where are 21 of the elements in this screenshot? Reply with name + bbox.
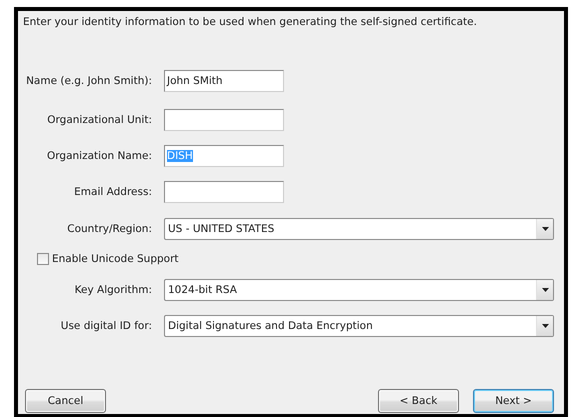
field-label: Use digital ID for:: [60, 320, 153, 332]
cancel-button[interactable]: Cancel: [25, 389, 106, 413]
field-label: Email Address:: [73, 186, 153, 198]
unicode-checkbox[interactable]: Enable Unicode Support: [37, 251, 554, 267]
field-label: Organization Name:: [46, 150, 153, 162]
field-label: Country/Region:: [66, 223, 153, 235]
back-button[interactable]: < Back: [378, 389, 459, 413]
field-label: Organizational Unit:: [46, 114, 153, 126]
input-field[interactable]: John SMith: [164, 70, 284, 92]
intro-text: Enter your identity information to be used when generating the self-signed certificate.: [22, 15, 478, 30]
input-field[interactable]: [164, 109, 284, 131]
dropdown[interactable]: US - UNITED STATES: [164, 218, 554, 240]
field-label: Name (e.g. John Smith):: [25, 75, 153, 87]
field-label: Key Algorithm:: [74, 284, 153, 296]
caret-icon: [542, 227, 548, 231]
next-button[interactable]: Next >: [473, 389, 554, 413]
input-field[interactable]: [164, 181, 284, 203]
dropdown[interactable]: Digital Signatures and Data Encryption: [164, 315, 554, 337]
caret-icon: [542, 324, 548, 328]
dropdown[interactable]: 1024-bit RSA: [164, 279, 554, 301]
caret-icon: [542, 288, 548, 292]
